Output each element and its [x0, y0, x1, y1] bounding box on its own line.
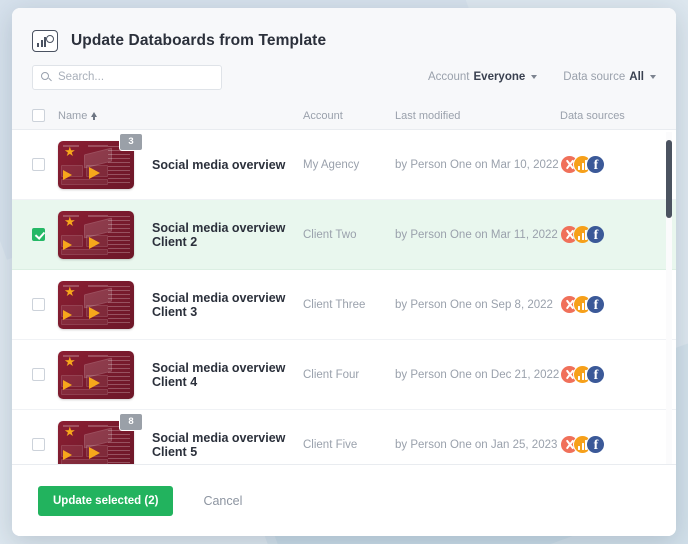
play-triangle-icon [89, 306, 100, 319]
filter-account-value: Everyone [473, 71, 526, 83]
row-last-modified: by Person One on Mar 10, 2022 [395, 158, 559, 171]
search-input[interactable] [58, 71, 221, 83]
row-data-sources: f [560, 435, 656, 454]
row-checkbox[interactable] [32, 158, 45, 171]
list-scrollbar[interactable] [666, 132, 672, 464]
row-last-modified: by Person One on Sep 8, 2022 [395, 298, 553, 311]
chevron-down-icon [531, 75, 538, 79]
table-row[interactable]: Social media overview Client 4 Client Fou… [12, 340, 676, 410]
databoard-thumbnail[interactable] [58, 280, 134, 329]
play-triangle-icon [89, 236, 100, 249]
facebook-icon: f [586, 365, 605, 384]
scrollbar-thumb[interactable] [666, 140, 672, 218]
row-last-modified: by Person One on Mar 11, 2022 [395, 228, 558, 241]
row-account: Client Three [303, 298, 366, 311]
title-row: Update Databoards from Template [32, 24, 656, 58]
databoard-thumbnail[interactable]: 8 [58, 412, 143, 464]
row-checkbox[interactable] [32, 298, 45, 311]
modal-footer: Update selected (2) Cancel [12, 464, 676, 536]
icon-gear [45, 34, 54, 43]
row-data-sources: f [560, 365, 656, 384]
filter-account[interactable]: Account Everyone [427, 71, 538, 83]
facebook-icon: f [586, 225, 605, 244]
databoard-template-icon [32, 30, 58, 52]
row-select-cell [32, 438, 58, 451]
filter-row: Account Everyone Data source All [32, 58, 656, 102]
row-name: Social media overview Client 3 [152, 290, 286, 319]
column-header-name[interactable]: Name [58, 110, 303, 122]
row-checkbox[interactable] [32, 438, 45, 451]
update-selected-button[interactable]: Update selected (2) [38, 485, 174, 516]
row-checkbox[interactable] [32, 228, 45, 241]
databoard-list: 3 Social media overview My Agency by Person… [12, 130, 676, 464]
table-row[interactable]: 3 Social media overview My Agency by Person… [12, 130, 676, 200]
row-checkbox[interactable] [32, 368, 45, 381]
column-header-name-label: Name [58, 109, 88, 122]
row-account: Client Two [303, 228, 357, 241]
play-triangle-icon [89, 446, 100, 459]
update-databoards-modal: Update Databoards from Template Account … [12, 8, 676, 536]
column-header-data-sources[interactable]: Data sources [560, 110, 656, 122]
cancel-button[interactable]: Cancel [199, 488, 246, 514]
sort-ascending-icon [91, 112, 98, 120]
facebook-icon: f [586, 155, 605, 174]
play-triangle-icon [63, 449, 72, 460]
row-account: Client Four [303, 368, 360, 381]
row-badge: 8 [119, 412, 143, 431]
filter-account-label: Account [427, 71, 470, 83]
row-data-sources: f [560, 295, 656, 314]
table-row[interactable]: Social media overview Client 3 Client Thr… [12, 270, 676, 340]
filter-data-source-value: All [629, 71, 644, 83]
row-account: My Agency [303, 158, 360, 171]
filter-data-source-label: Data source [563, 71, 626, 83]
row-badge: 3 [119, 132, 143, 151]
databoard-list-wrapper: 3 Social media overview My Agency by Person… [12, 130, 676, 464]
row-select-cell [32, 228, 58, 241]
chevron-down-icon [650, 75, 656, 79]
play-triangle-icon [89, 376, 100, 389]
modal-header: Update Databoards from Template Account … [12, 8, 676, 102]
play-triangle-icon [63, 309, 72, 320]
column-header-last-modified[interactable]: Last modified [395, 110, 560, 122]
row-name: Social media overview Client 5 [152, 430, 286, 459]
icon-bars [37, 37, 46, 47]
facebook-icon: f [586, 435, 605, 454]
row-select-cell [32, 298, 58, 311]
filter-data-source[interactable]: Data source All [563, 71, 656, 83]
databoard-thumbnail[interactable] [58, 210, 134, 259]
row-select-cell [32, 158, 58, 171]
select-all-cell [32, 109, 58, 122]
play-triangle-icon [63, 169, 72, 180]
row-data-sources: f [560, 225, 656, 244]
row-data-sources: f [560, 155, 656, 174]
row-last-modified: by Person One on Jan 25, 2023 [395, 438, 558, 451]
play-triangle-icon [63, 379, 72, 390]
table-row[interactable]: Social media overview Client 2 Client Two… [12, 200, 676, 270]
play-triangle-icon [63, 239, 72, 250]
row-name: Social media overview Client 4 [152, 360, 286, 389]
row-last-modified: by Person One on Dec 21, 2022 [395, 368, 560, 381]
page-title: Update Databoards from Template [71, 32, 327, 49]
row-name: Social media overview [152, 157, 286, 172]
row-account: Client Five [303, 438, 358, 451]
databoard-thumbnail[interactable] [58, 350, 134, 399]
search-icon [41, 71, 49, 80]
play-triangle-icon [89, 166, 100, 179]
table-row[interactable]: 8 Social media overview Client 5 Client Fi… [12, 410, 676, 464]
facebook-icon: f [586, 295, 605, 314]
select-all-checkbox[interactable] [32, 109, 45, 122]
column-header-account[interactable]: Account [303, 110, 395, 122]
table-header-row: Name Account Last modified Data sources [12, 102, 676, 130]
search-box[interactable] [32, 64, 222, 90]
row-select-cell [32, 368, 58, 381]
row-name: Social media overview Client 2 [152, 220, 286, 249]
databoard-thumbnail[interactable]: 3 [58, 132, 143, 189]
filter-group: Account Everyone Data source All [428, 71, 656, 83]
